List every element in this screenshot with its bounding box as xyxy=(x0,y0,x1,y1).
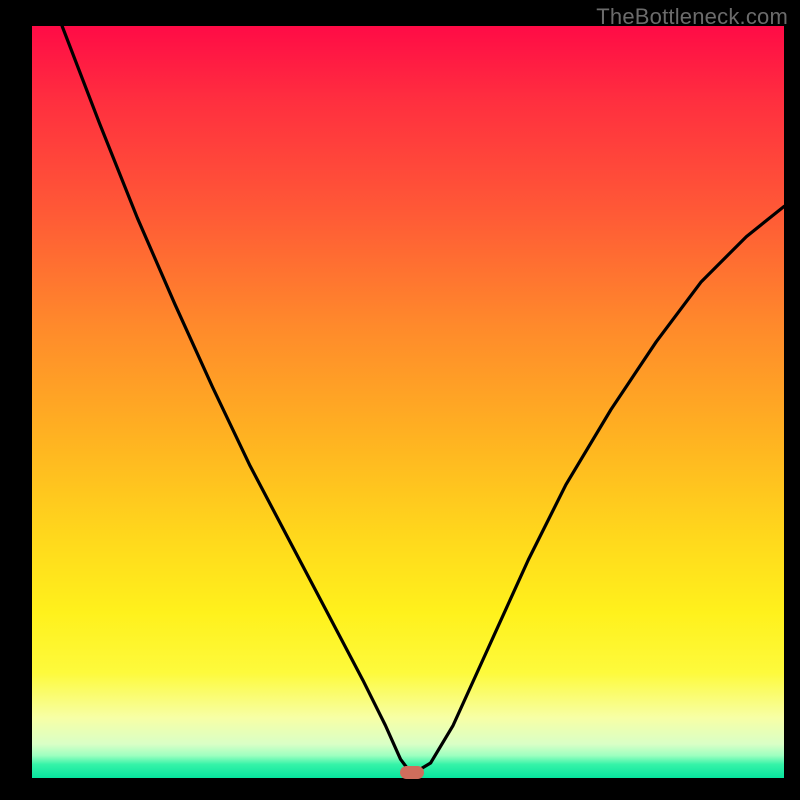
chart-frame: TheBottleneck.com xyxy=(0,0,800,800)
bottleneck-curve xyxy=(32,26,784,778)
watermark-text: TheBottleneck.com xyxy=(596,4,788,30)
optimum-marker xyxy=(400,766,424,779)
